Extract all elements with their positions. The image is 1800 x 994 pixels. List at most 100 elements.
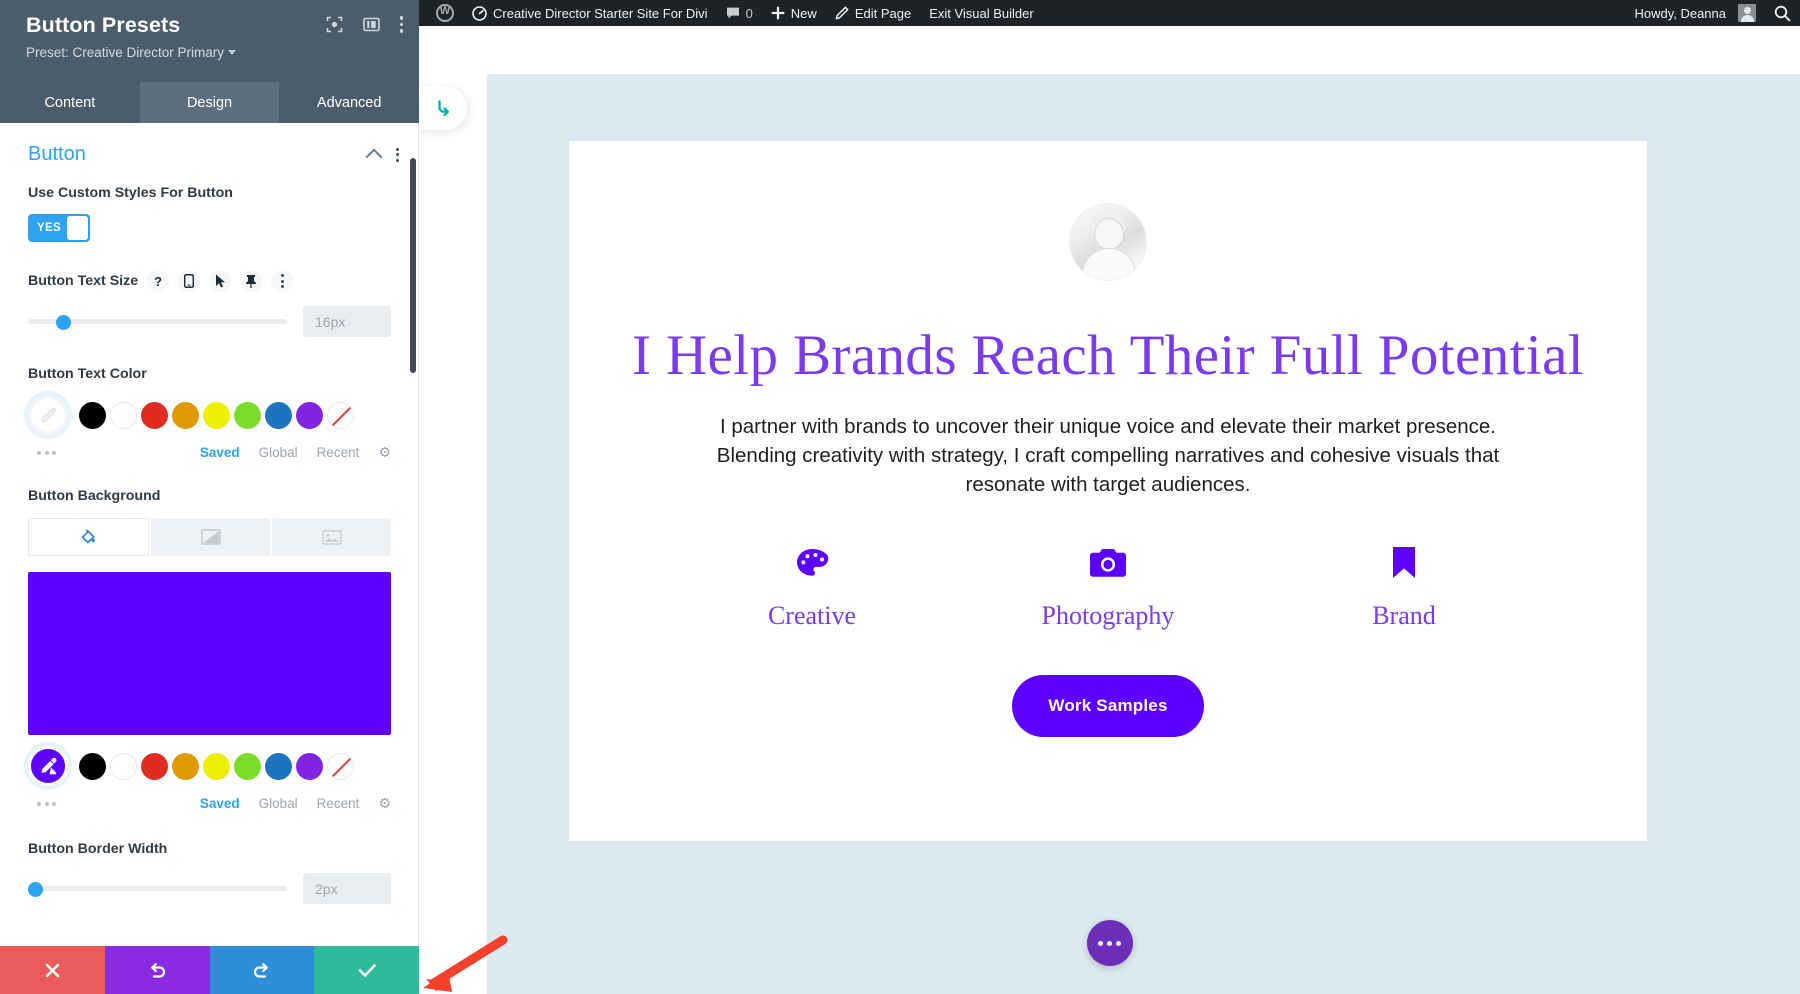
page-settings-tab[interactable] bbox=[419, 86, 467, 130]
field-button-text-color: Button Text Color bbox=[0, 359, 419, 461]
visual-builder-screen: Button Presets Preset: Creative Director… bbox=[0, 0, 1800, 994]
pencil-icon bbox=[835, 6, 849, 20]
swatch-black[interactable] bbox=[79, 402, 106, 429]
background-swatches bbox=[28, 746, 391, 786]
wp-admin-bar: Creative Director Starter Site For Divi … bbox=[419, 0, 1800, 26]
feature-item-photography[interactable]: Photography bbox=[960, 543, 1256, 631]
swatch-blue[interactable] bbox=[265, 402, 292, 429]
edit-page-label: Edit Page bbox=[855, 6, 911, 21]
more-vertical-icon[interactable] bbox=[271, 270, 293, 292]
slider-track bbox=[28, 886, 287, 891]
undo-button[interactable] bbox=[105, 946, 210, 994]
panel-preset-selector[interactable]: Preset: Creative Director Primary bbox=[26, 45, 399, 60]
hero-content-card: I Help Brands Reach Their Full Potential… bbox=[569, 141, 1647, 841]
panel-preset-label: Preset: Creative Director Primary bbox=[26, 45, 224, 60]
chevron-up-icon[interactable] bbox=[366, 148, 383, 165]
save-button[interactable] bbox=[314, 946, 419, 994]
new-menu[interactable]: New bbox=[762, 0, 826, 26]
link-global[interactable]: Global bbox=[259, 796, 298, 811]
feature-label: Photography bbox=[960, 601, 1256, 631]
swatch-red[interactable] bbox=[141, 402, 168, 429]
site-name-menu[interactable]: Creative Director Starter Site For Divi bbox=[463, 0, 717, 26]
text-size-input[interactable]: 16px bbox=[303, 306, 391, 337]
text-size-slider[interactable] bbox=[28, 312, 287, 332]
swatch-orange[interactable] bbox=[172, 753, 199, 780]
slider-knob[interactable] bbox=[28, 882, 43, 897]
search-icon[interactable] bbox=[1765, 0, 1800, 26]
section-title: Button bbox=[28, 143, 86, 166]
eyedropper-icon[interactable] bbox=[28, 746, 68, 786]
more-vertical-icon[interactable] bbox=[396, 148, 399, 162]
exit-visual-builder-button[interactable]: Exit Visual Builder bbox=[920, 0, 1043, 26]
feature-label: Brand bbox=[1256, 601, 1552, 631]
return-arrow-icon bbox=[433, 98, 453, 118]
layout-columns-icon[interactable] bbox=[363, 17, 380, 32]
wordpress-logo-icon[interactable] bbox=[427, 0, 463, 26]
comments-menu[interactable]: 0 bbox=[717, 0, 762, 26]
swatch-red[interactable] bbox=[141, 753, 168, 780]
page-settings-fab[interactable] bbox=[1087, 920, 1133, 966]
link-saved[interactable]: Saved bbox=[200, 445, 240, 460]
feature-item-creative[interactable]: Creative bbox=[664, 543, 960, 631]
background-color-preview[interactable] bbox=[28, 572, 391, 735]
feature-item-brand[interactable]: Brand bbox=[1256, 543, 1552, 631]
cursor-icon[interactable] bbox=[209, 270, 231, 292]
field-label: Button Border Width bbox=[28, 840, 391, 859]
toggle-value: YES bbox=[30, 222, 67, 234]
tab-design[interactable]: Design bbox=[140, 82, 280, 123]
plus-icon bbox=[771, 6, 785, 20]
panel-header: Button Presets Preset: Creative Director… bbox=[0, 0, 419, 82]
swatch-yellow[interactable] bbox=[203, 402, 230, 429]
gear-icon[interactable]: ⚙ bbox=[378, 444, 391, 461]
slider-knob[interactable] bbox=[56, 315, 71, 330]
camera-icon bbox=[960, 543, 1256, 583]
link-global[interactable]: Global bbox=[259, 445, 298, 460]
link-recent[interactable]: Recent bbox=[317, 445, 360, 460]
background-color-tab[interactable] bbox=[28, 518, 149, 556]
swatch-orange[interactable] bbox=[172, 402, 199, 429]
focus-icon[interactable] bbox=[326, 16, 343, 33]
eyedropper-icon[interactable] bbox=[28, 395, 68, 435]
ellipsis-icon[interactable] bbox=[37, 802, 56, 806]
panel-tabs: Content Design Advanced bbox=[0, 82, 419, 123]
section-button-header: Button bbox=[0, 123, 419, 178]
edit-page-menu[interactable]: Edit Page bbox=[826, 0, 920, 26]
feature-label: Creative bbox=[664, 601, 960, 631]
background-type-tabs bbox=[28, 518, 391, 556]
swatch-white[interactable] bbox=[110, 753, 137, 780]
tab-content[interactable]: Content bbox=[0, 82, 140, 123]
swatch-transparent[interactable] bbox=[327, 402, 354, 429]
redo-button[interactable] bbox=[210, 946, 315, 994]
background-gradient-tab[interactable] bbox=[151, 518, 270, 556]
swatch-black[interactable] bbox=[79, 753, 106, 780]
swatch-purple[interactable] bbox=[296, 753, 323, 780]
cancel-button[interactable] bbox=[0, 946, 105, 994]
swatch-green[interactable] bbox=[234, 402, 261, 429]
settings-panel: Button Presets Preset: Creative Director… bbox=[0, 0, 419, 994]
custom-styles-toggle[interactable]: YES bbox=[28, 214, 90, 242]
gear-icon[interactable]: ⚙ bbox=[378, 795, 391, 812]
swatch-transparent[interactable] bbox=[327, 753, 354, 780]
work-samples-button[interactable]: Work Samples bbox=[1012, 675, 1203, 737]
account-menu[interactable]: Howdy, Deanna bbox=[1625, 0, 1765, 26]
tab-advanced[interactable]: Advanced bbox=[279, 82, 419, 123]
background-image-tab[interactable] bbox=[272, 518, 391, 556]
border-width-input[interactable]: 2px bbox=[303, 873, 391, 904]
help-icon[interactable]: ? bbox=[147, 270, 169, 292]
field-label: Button Background bbox=[28, 487, 391, 506]
swatch-blue[interactable] bbox=[265, 753, 292, 780]
link-saved[interactable]: Saved bbox=[200, 796, 240, 811]
border-width-slider[interactable] bbox=[28, 879, 287, 899]
link-recent[interactable]: Recent bbox=[317, 796, 360, 811]
ellipsis-icon[interactable] bbox=[37, 451, 56, 455]
text-color-swatches bbox=[28, 395, 391, 435]
more-vertical-icon[interactable] bbox=[400, 16, 404, 33]
mobile-icon[interactable] bbox=[178, 270, 200, 292]
pin-icon[interactable] bbox=[240, 270, 262, 292]
swatch-purple[interactable] bbox=[296, 402, 323, 429]
panel-scrollbar[interactable] bbox=[410, 158, 416, 373]
swatch-white[interactable] bbox=[110, 402, 137, 429]
swatch-yellow[interactable] bbox=[203, 753, 230, 780]
swatch-green[interactable] bbox=[234, 753, 261, 780]
ellipsis-dot bbox=[1098, 941, 1103, 946]
